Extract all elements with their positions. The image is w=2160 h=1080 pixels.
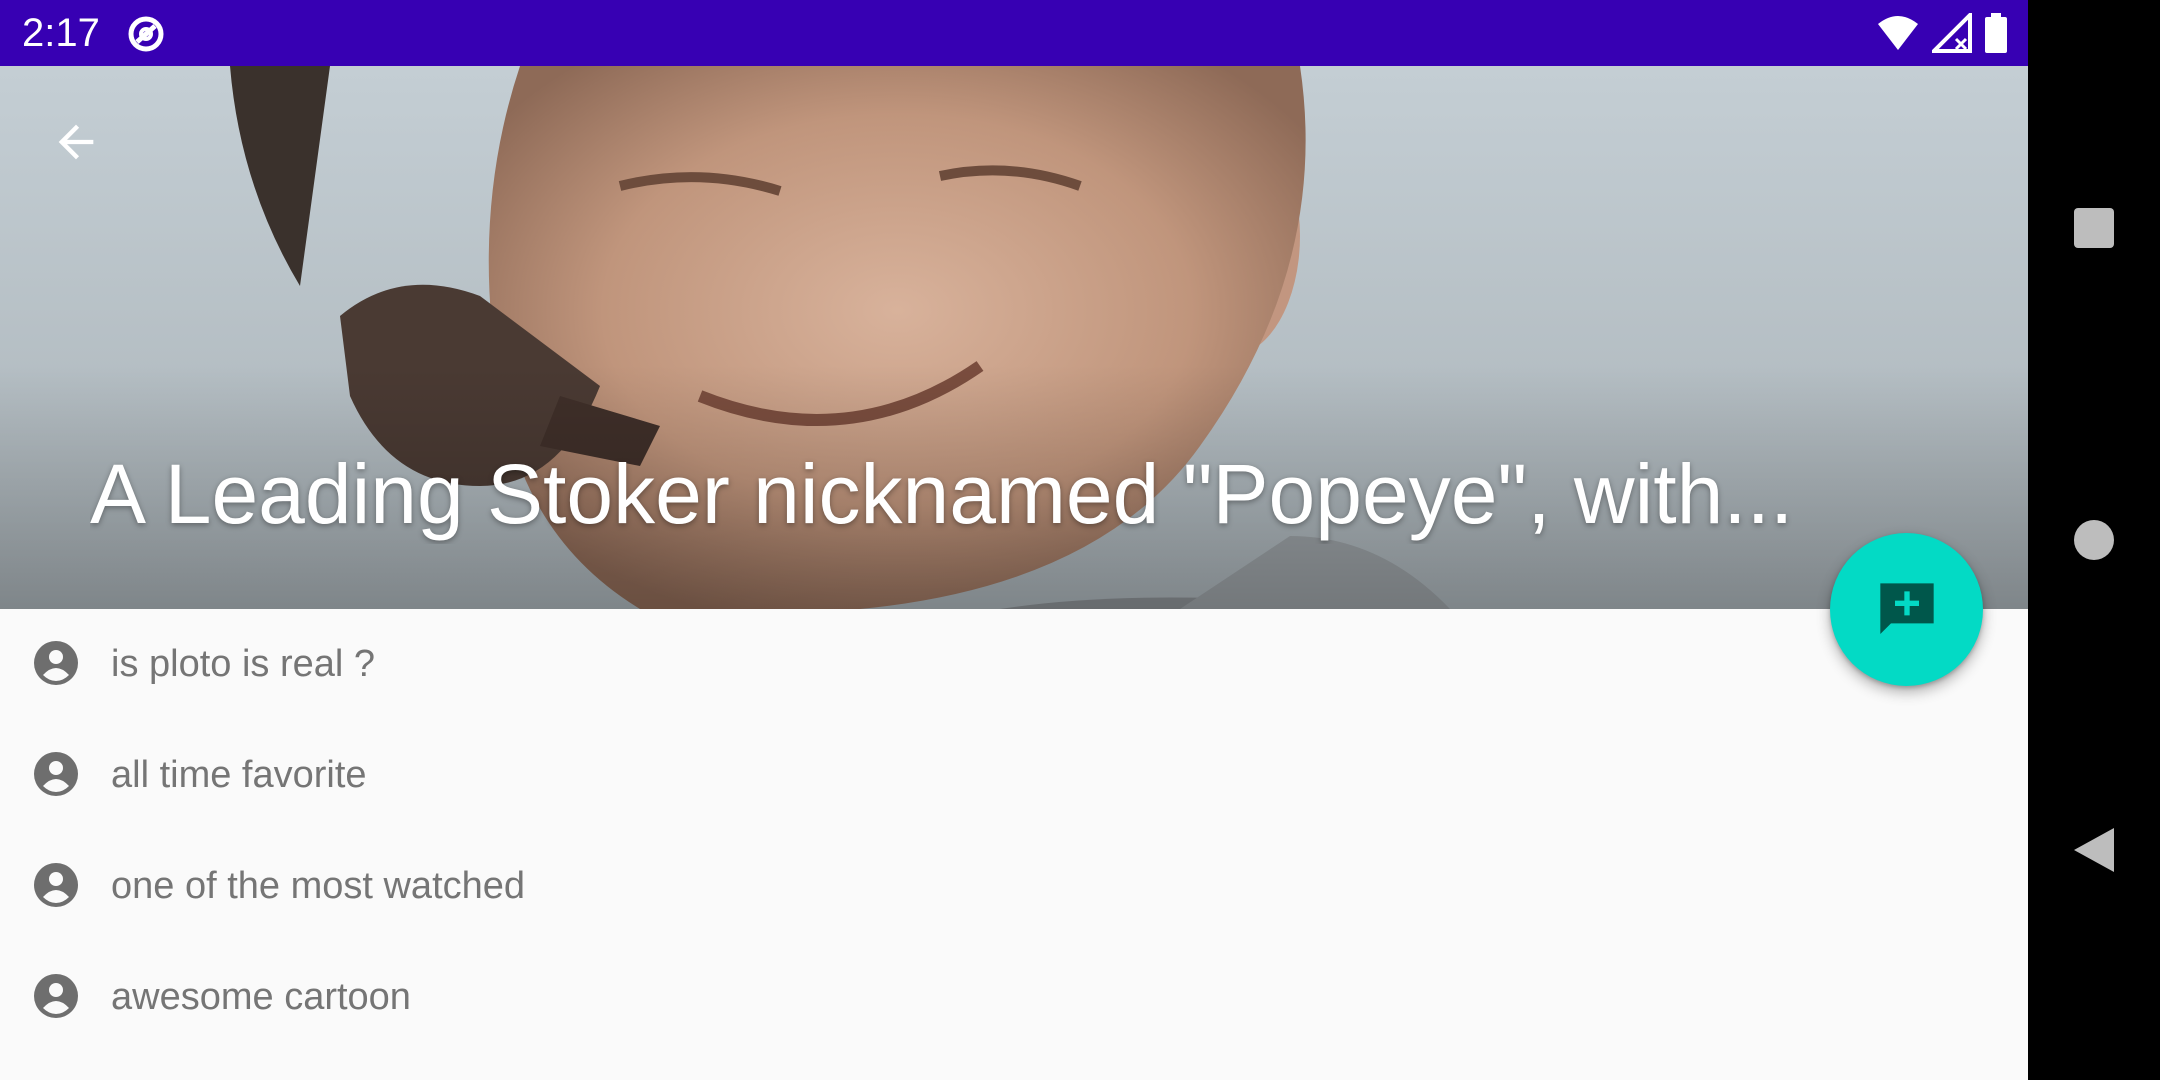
home-icon — [2074, 520, 2114, 560]
account-circle-icon — [34, 863, 78, 907]
home-button[interactable] — [2056, 502, 2132, 578]
signal-icon — [1932, 13, 1972, 53]
comment-item[interactable]: all time favorite — [0, 720, 2028, 831]
back-button[interactable] — [40, 106, 112, 178]
comment-text: one of the most watched — [111, 865, 526, 907]
status-bar: 2:17 — [0, 0, 2028, 66]
app-screen: 2:17 A Leading Stoker nicknamed "Popeye"… — [0, 0, 2028, 1080]
page-title: A Leading Stoker nicknamed "Popeye", wit… — [90, 447, 1794, 541]
account-circle-icon — [34, 752, 78, 796]
status-time: 2:17 — [22, 11, 100, 55]
comment-item[interactable]: awesome cartoon — [0, 942, 2028, 1053]
account-circle-icon — [34, 974, 78, 1018]
arrow-back-icon — [58, 124, 94, 160]
comment-list: is ploto is real ? all time favorite one… — [0, 609, 2028, 1053]
system-nav-bar — [2028, 0, 2160, 1080]
battery-icon — [1985, 13, 2007, 53]
wifi-icon — [1878, 16, 1918, 50]
account-circle-icon — [34, 641, 78, 685]
comment-text: is ploto is real ? — [111, 643, 376, 685]
back-icon — [2074, 828, 2114, 872]
comment-item[interactable]: one of the most watched — [0, 831, 2028, 942]
status-icons — [1876, 12, 2008, 54]
back-nav-button[interactable] — [2056, 812, 2132, 888]
comment-text: all time favorite — [111, 754, 367, 796]
recents-button[interactable] — [2056, 190, 2132, 266]
comment-item[interactable]: is ploto is real ? — [0, 609, 2028, 720]
sync-icon — [128, 16, 164, 52]
recents-icon — [2074, 208, 2114, 248]
header-image: A Leading Stoker nicknamed "Popeye", wit… — [0, 66, 2028, 609]
comment-text: awesome cartoon — [111, 976, 411, 1018]
